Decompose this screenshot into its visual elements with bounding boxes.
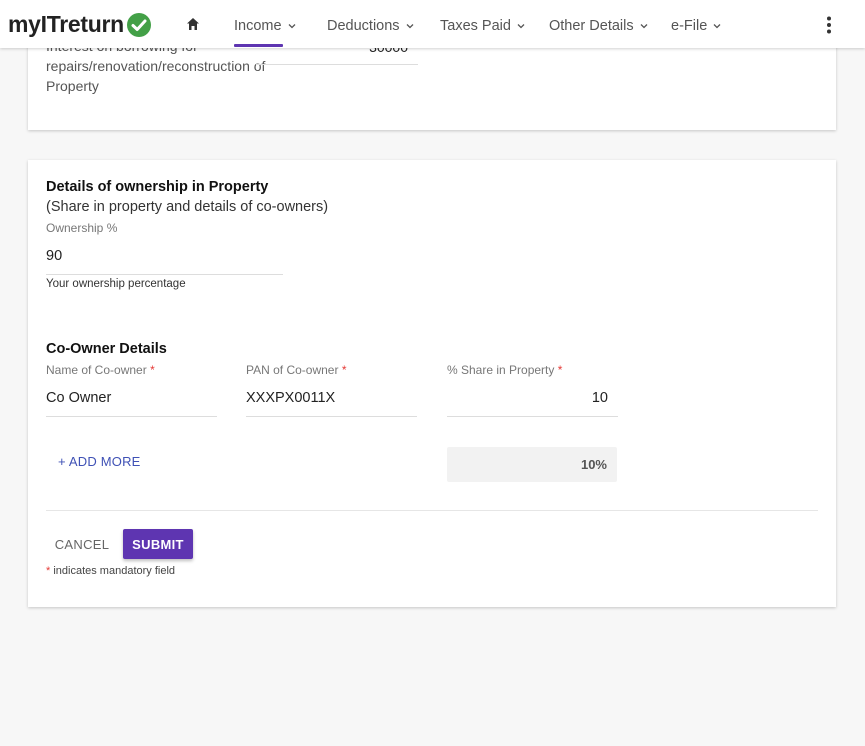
total-share-readout: 10% (447, 447, 617, 482)
active-tab-indicator (234, 44, 283, 47)
nav-e-file[interactable]: e-File (671, 16, 721, 36)
ownership-percent-label: Ownership % (46, 221, 118, 235)
co-owner-pan-label: PAN of Co-owner * (246, 363, 347, 377)
nav-income[interactable]: Income (234, 16, 296, 36)
chevron-down-icon (288, 24, 296, 29)
cancel-button[interactable]: CANCEL (46, 529, 118, 559)
chevron-down-icon (713, 24, 721, 29)
nav-other-details[interactable]: Other Details (549, 16, 648, 36)
ownership-details-card: Details of ownership in Property (Share … (28, 160, 836, 607)
nav-deductions-label: Deductions (327, 18, 400, 34)
co-owner-pan-label-text: PAN of Co-owner (246, 363, 339, 377)
chevron-down-icon (406, 24, 414, 29)
top-navigation-bar: myITreturn Income Deductions Taxes Paid … (0, 0, 865, 48)
co-owner-share-label-text: % Share in Property (447, 363, 555, 377)
co-owner-share-label: % Share in Property * (447, 363, 562, 377)
ownership-section-title: Details of ownership in Property (46, 179, 269, 195)
nav-taxes-paid[interactable]: Taxes Paid (440, 16, 525, 36)
chevron-down-icon (640, 24, 648, 29)
submit-button[interactable]: SUBMIT (123, 529, 193, 559)
divider (46, 510, 818, 511)
nav-deductions[interactable]: Deductions (327, 16, 414, 36)
required-mark: * (557, 363, 563, 377)
more-vertical-icon[interactable] (826, 16, 832, 34)
nav-e-file-label: e-File (671, 18, 708, 34)
logo[interactable]: myITreturn (8, 11, 152, 38)
required-mark: * (341, 363, 347, 377)
mandatory-field-note: * indicates mandatory field (46, 565, 175, 577)
chevron-down-icon (517, 24, 525, 29)
nav-income-label: Income (234, 18, 282, 34)
co-owner-name-input[interactable]: Co Owner (46, 387, 217, 417)
nav-taxes-paid-label: Taxes Paid (440, 18, 511, 34)
required-mark: * (150, 363, 155, 377)
co-owner-name-label: Name of Co-owner * (46, 363, 155, 377)
co-owner-pan-input[interactable]: XXXPX0011X (246, 387, 417, 417)
co-owner-name-label-text: Name of Co-owner (46, 363, 147, 377)
ownership-percent-helper: Your ownership percentage (46, 278, 186, 290)
home-icon[interactable] (186, 17, 200, 31)
co-owner-section-title: Co-Owner Details (46, 341, 167, 357)
ownership-section-subtitle: (Share in property and details of co-own… (46, 199, 329, 215)
co-owner-share-input[interactable]: 10 (447, 387, 618, 417)
nav-other-details-label: Other Details (549, 18, 634, 34)
logo-text: myITreturn (8, 11, 124, 37)
mandatory-note-text: indicates mandatory field (50, 565, 176, 577)
check-circle-icon (126, 12, 151, 37)
add-more-button[interactable]: + ADD MORE (58, 454, 141, 469)
ownership-percent-input[interactable]: 90 (46, 245, 283, 275)
